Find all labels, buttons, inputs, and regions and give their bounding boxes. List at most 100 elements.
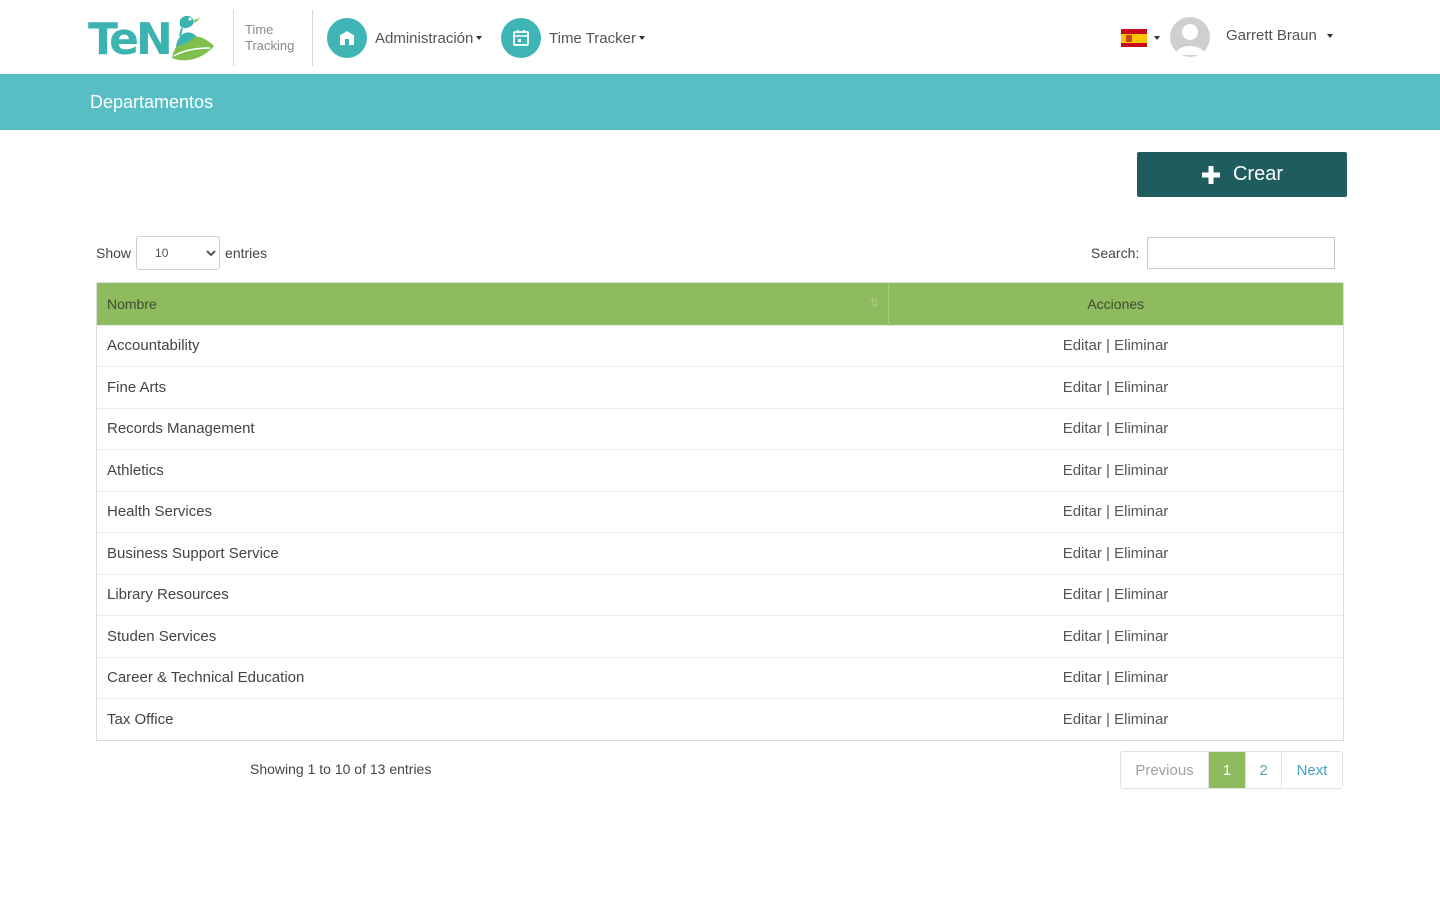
delete-link[interactable]: Eliminar — [1114, 586, 1168, 603]
delete-link[interactable]: Eliminar — [1114, 711, 1168, 728]
delete-link[interactable]: Eliminar — [1114, 669, 1168, 686]
create-button[interactable]: Crear — [1137, 152, 1347, 197]
column-header-name[interactable]: Nombre ⇅ — [97, 283, 889, 325]
search-control: Search: — [1091, 236, 1336, 270]
pagination-page-2[interactable]: 2 — [1246, 752, 1282, 788]
edit-link[interactable]: Editar — [1063, 628, 1102, 645]
edit-link[interactable]: Editar — [1063, 586, 1102, 603]
delete-link[interactable]: Eliminar — [1114, 503, 1168, 520]
edit-link[interactable]: Editar — [1063, 337, 1102, 354]
column-header-actions: Acciones — [888, 283, 1343, 325]
leaf-bird-icon — [172, 15, 214, 61]
delete-link[interactable]: Eliminar — [1114, 379, 1168, 396]
entries-length-control: Show 10 entries — [96, 236, 267, 270]
nav-divider — [312, 10, 313, 66]
department-name: Library Resources — [97, 573, 888, 616]
search-input[interactable] — [1147, 237, 1336, 269]
action-separator: | — [1106, 378, 1110, 396]
nav-administration-label: Administración — [375, 29, 474, 47]
building-icon — [327, 18, 367, 58]
department-name: Athletics — [97, 449, 888, 491]
edit-link[interactable]: Editar — [1063, 711, 1102, 728]
page-title: Departamentos — [90, 92, 214, 112]
row-actions: Editar | Eliminar — [888, 324, 1343, 367]
brand-subtitle-line1: Time — [245, 22, 274, 37]
edit-link[interactable]: Editar — [1063, 420, 1102, 437]
pagination-next[interactable]: Next — [1282, 752, 1342, 788]
spain-flag-icon[interactable] — [1121, 29, 1147, 47]
logo-wordmark: TeN — [88, 14, 173, 65]
row-actions: Editar | Eliminar — [888, 449, 1343, 491]
action-separator: | — [1106, 669, 1110, 687]
action-separator: | — [1106, 337, 1110, 355]
table-row: Career & Technical Education Editar | Eli… — [97, 656, 1343, 699]
user-menu[interactable]: Garrett Braun — [1226, 27, 1334, 44]
show-label: Show — [96, 245, 132, 261]
departments-table: Nombre ⇅ Acciones Accountability Editar |… — [96, 282, 1344, 741]
logo-divider — [233, 10, 234, 66]
search-label: Search: — [1091, 245, 1140, 261]
column-header-actions-label: Acciones — [1087, 295, 1145, 312]
edit-link[interactable]: Editar — [1063, 379, 1102, 396]
row-actions: Editar | Eliminar — [888, 532, 1343, 574]
department-name: Business Support Service — [97, 532, 888, 574]
table-row: Fine Arts Editar | Eliminar — [97, 366, 1343, 408]
edit-link[interactable]: Editar — [1063, 462, 1102, 479]
create-button-label: Crear — [1232, 163, 1283, 185]
chevron-down-icon — [476, 36, 483, 40]
brand-subtitle: Time Tracking — [245, 22, 294, 54]
table-row: Accountability Editar | Eliminar — [97, 324, 1343, 367]
user-name: Garrett Braun — [1226, 27, 1317, 44]
column-header-name-label: Nombre — [107, 295, 157, 312]
nav-time-tracker[interactable]: Time Tracker — [501, 18, 645, 58]
row-actions: Editar | Eliminar — [888, 656, 1343, 699]
top-navbar: TeN Time Tracking Administración Time Tr… — [0, 0, 1440, 74]
nav-administration[interactable]: Administración — [327, 18, 483, 58]
nav-time-tracker-label: Time Tracker — [549, 29, 636, 47]
pagination: Previous 1 2 Next — [1120, 751, 1343, 789]
row-actions: Editar | Eliminar — [888, 698, 1343, 740]
action-separator: | — [1106, 711, 1110, 728]
entries-length-select[interactable]: 10 — [136, 236, 221, 270]
delete-link[interactable]: Eliminar — [1114, 462, 1168, 479]
table-header-row: Nombre ⇅ Acciones — [97, 283, 1343, 325]
table-row: Library Resources Editar | Eliminar — [97, 573, 1343, 616]
plus-icon — [1201, 165, 1221, 185]
edit-link[interactable]: Editar — [1063, 669, 1102, 686]
brand-subtitle-line2: Tracking — [245, 38, 295, 53]
table-row: Studen Services Editar | Eliminar — [97, 615, 1343, 657]
row-actions: Editar | Eliminar — [888, 615, 1343, 657]
department-name: Career & Technical Education — [97, 656, 888, 699]
table-info: Showing 1 to 10 of 13 entries — [250, 761, 432, 777]
language-chevron-down-icon[interactable] — [1154, 36, 1160, 40]
table-row: Athletics Editar | Eliminar — [97, 449, 1343, 491]
delete-link[interactable]: Eliminar — [1114, 337, 1168, 354]
row-actions: Editar | Eliminar — [888, 573, 1343, 616]
department-name: Records Management — [97, 407, 888, 450]
action-separator: | — [1106, 627, 1110, 645]
table-row: Business Support Service Editar | Elimina… — [97, 532, 1343, 574]
edit-link[interactable]: Editar — [1063, 503, 1102, 520]
row-actions: Editar | Eliminar — [888, 407, 1343, 450]
chevron-down-icon — [638, 36, 645, 40]
action-separator: | — [1106, 420, 1110, 438]
department-name: Fine Arts — [97, 366, 888, 408]
department-name: Studen Services — [97, 615, 888, 657]
user-avatar-icon — [1175, 24, 1205, 55]
page-title-bar: Departamentos — [0, 74, 1440, 130]
edit-link[interactable]: Editar — [1063, 545, 1102, 562]
calendar-icon — [501, 18, 541, 58]
pagination-previous[interactable]: Previous — [1121, 752, 1209, 788]
action-separator: | — [1106, 461, 1110, 479]
user-avatar[interactable] — [1170, 17, 1210, 57]
pagination-page-1[interactable]: 1 — [1209, 752, 1246, 788]
table-row: Records Management Editar | Eliminar — [97, 407, 1343, 450]
table-body: Accountability Editar | Eliminar Fine Arts… — [97, 324, 1343, 740]
brand-logo[interactable]: TeN — [88, 6, 228, 68]
action-separator: | — [1106, 544, 1110, 562]
delete-link[interactable]: Eliminar — [1114, 628, 1168, 645]
delete-link[interactable]: Eliminar — [1114, 545, 1168, 562]
delete-link[interactable]: Eliminar — [1114, 420, 1168, 437]
action-separator: | — [1106, 503, 1110, 521]
sort-icon: ⇅ — [869, 296, 880, 310]
